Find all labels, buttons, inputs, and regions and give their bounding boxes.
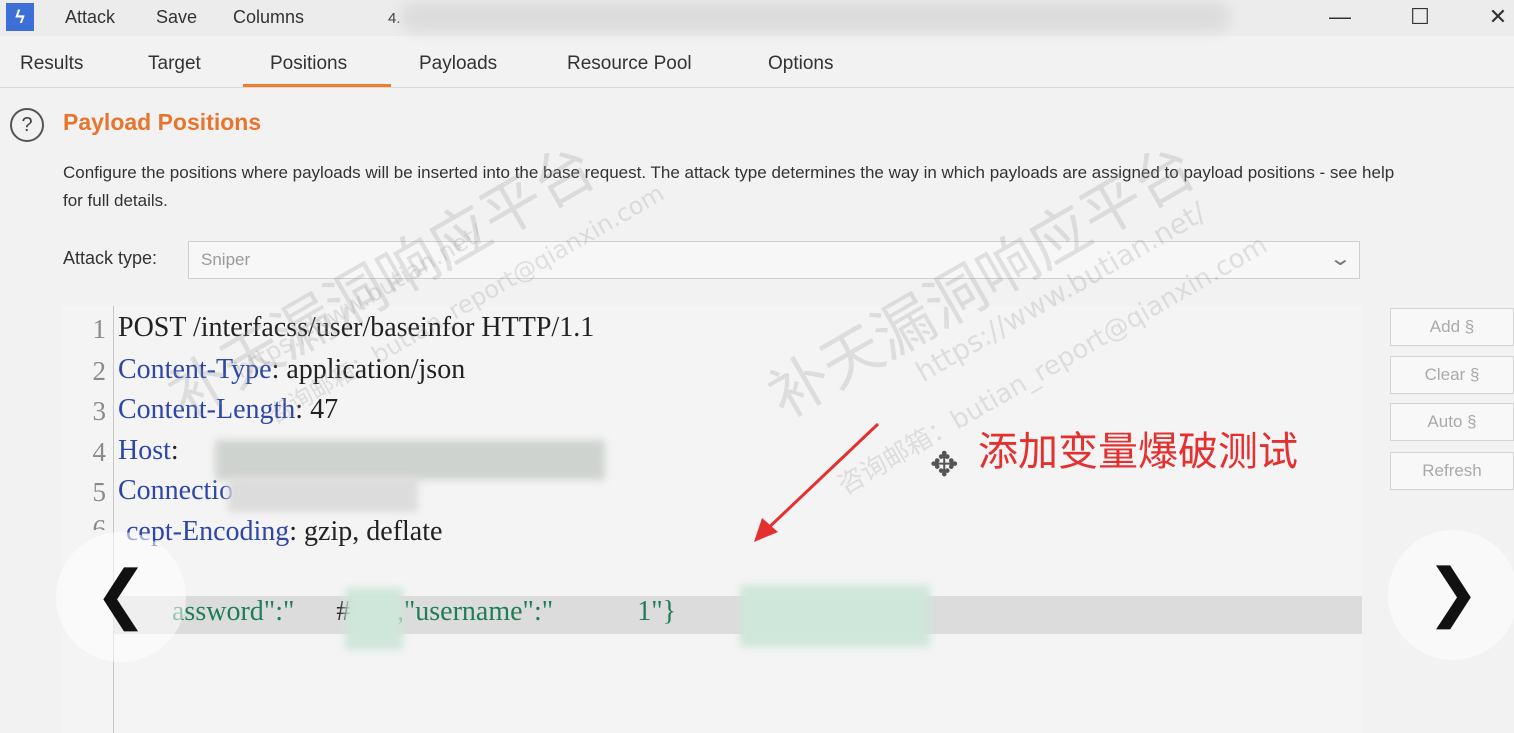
menu-save[interactable]: Save [156,7,197,28]
menu-columns[interactable]: Columns [233,7,304,28]
move-cursor-icon: ✥ [930,446,959,484]
auto-markers-button[interactable]: Auto § [1390,403,1514,441]
redacted-title [400,2,1230,32]
line-number: 5 [92,477,107,507]
annotation-text: 添加变量爆破测试 [978,429,1298,475]
request-line-3: Content-Length: 47 [118,394,339,425]
line-number: 1 [92,314,107,344]
attack-type-label: Attack type: [63,248,158,268]
maximize-button[interactable]: ☐ [1400,3,1440,31]
tab-target[interactable]: Target [148,53,201,75]
tab-resource-pool[interactable]: Resource Pool [567,53,692,75]
request-line-6: cept-Encoding: gzip, deflate [126,516,443,547]
tab-payloads[interactable]: Payloads [419,53,497,75]
annotation-arrow [754,422,880,542]
tab-results[interactable]: Results [20,53,83,75]
clear-markers-button[interactable]: Clear § [1390,356,1514,394]
request-line-4: Host: [118,435,179,466]
line-number: 3 [92,396,107,426]
tab-bar: Results Target Positions Payloads Resour… [0,44,1514,88]
burp-lightning-icon: ϟ [6,3,34,31]
previous-image-button[interactable]: ❮ [56,532,186,662]
attack-type-select[interactable]: Sniper ⌄ [188,241,1360,279]
request-line-2: Content-Type: application/json [118,354,466,385]
active-tab-indicator [243,84,391,87]
redacted-password [345,588,403,650]
menu-attack[interactable]: Attack [65,7,115,28]
request-body: assword":" #§ §","username":" 1"} [172,596,677,627]
refresh-button[interactable]: Refresh [1390,452,1514,490]
menu-bar: ϟ Attack Save Columns 4. — ☐ ✕ [0,0,1514,36]
minimize-button[interactable]: — [1320,3,1360,31]
section-description: Configure the positions where payloads w… [63,163,1395,210]
chevron-down-icon: ⌄ [1328,248,1353,270]
tab-options[interactable]: Options [768,53,833,75]
request-line-1: POST /interfacss/user/baseinfor HTTP/1.1 [118,312,595,343]
attack-type-value: Sniper [201,250,251,269]
next-image-button[interactable]: ❯ [1388,530,1514,660]
section-title: Payload Positions [63,109,262,135]
line-number: 4 [92,437,107,467]
line-number: 6 [92,514,107,530]
close-button[interactable]: ✕ [1478,3,1514,31]
tab-positions[interactable]: Positions [270,53,347,75]
line-number: 2 [92,356,107,386]
redacted-connection [228,478,418,512]
redacted-username [740,585,930,647]
window-title: 4. [388,10,401,27]
redacted-host [215,440,605,480]
help-icon[interactable]: ? [10,108,44,142]
add-marker-button[interactable]: Add § [1390,308,1514,346]
